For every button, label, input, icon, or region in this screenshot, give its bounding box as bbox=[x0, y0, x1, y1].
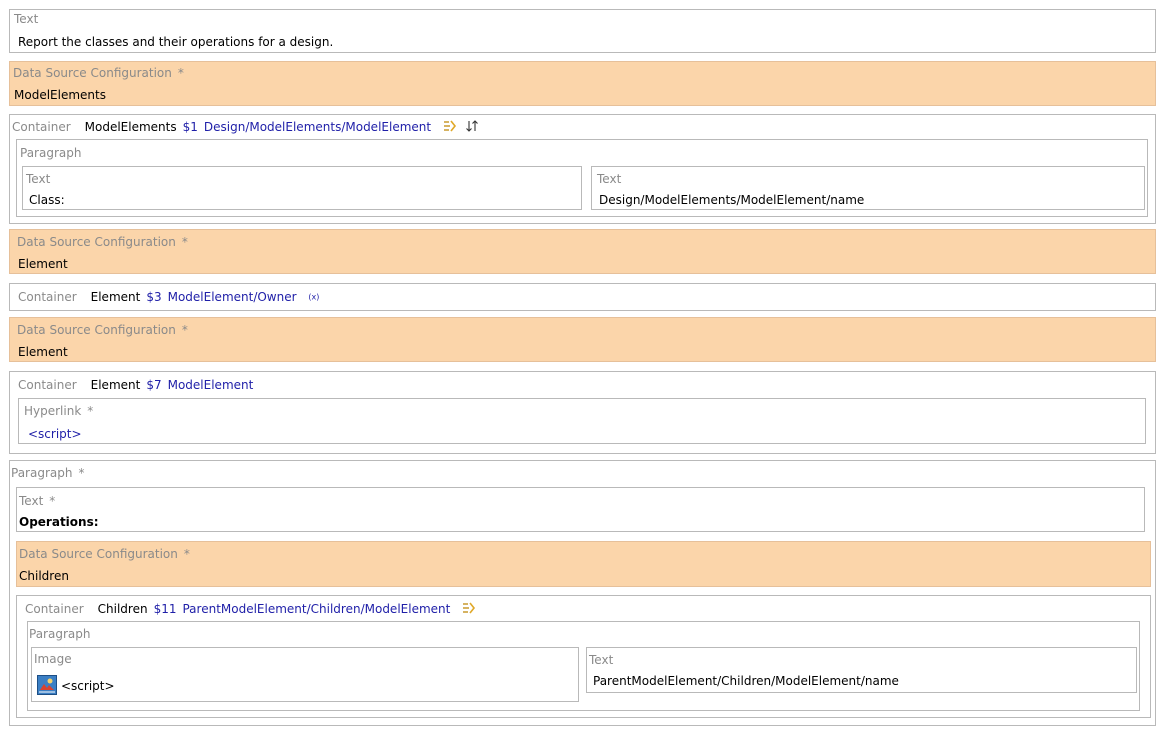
data-source-config-modelelements[interactable]: Data Source Configuration * ModelElements bbox=[9, 61, 1156, 106]
container-modelelements[interactable]: Container ModelElements $1 Design/ModelElem… bbox=[9, 114, 1156, 224]
text-label: Text bbox=[589, 653, 614, 667]
image-label: Image bbox=[34, 652, 72, 666]
hyperlink-value[interactable]: <script> bbox=[28, 427, 82, 441]
container-header: Container ModelElements $1 Design/ModelElem… bbox=[12, 119, 479, 136]
image-thumbnail-icon bbox=[37, 675, 57, 698]
text-value: Report the classes and their operations … bbox=[18, 35, 334, 49]
image-block[interactable]: Image <script> bbox=[31, 647, 579, 702]
data-source-label: Data Source Configuration * bbox=[13, 66, 184, 80]
paragraph-operations[interactable]: Paragraph * Text * Operations: Data Source… bbox=[9, 460, 1156, 726]
container-element-owner[interactable]: Container Element $3 ModelElement/Owner (x) bbox=[9, 283, 1156, 311]
paragraph-label: Paragraph * bbox=[11, 466, 85, 480]
data-source-label: Data Source Configuration * bbox=[17, 323, 188, 337]
variable-icon[interactable]: (x) bbox=[308, 293, 319, 302]
container-header: Container Element $7 ModelElement bbox=[18, 378, 254, 392]
data-source-value: Children bbox=[19, 569, 69, 583]
paragraph[interactable]: Paragraph Text Class: Text Design/ModelE… bbox=[16, 139, 1148, 217]
data-source-config-children[interactable]: Data Source Configuration * Children bbox=[16, 541, 1151, 587]
data-source-value: Element bbox=[18, 257, 68, 271]
text-block-class-label[interactable]: Text Class: bbox=[22, 166, 582, 210]
text-value: ParentModelElement/Children/ModelElement… bbox=[593, 674, 899, 688]
data-source-label: Data Source Configuration * bbox=[17, 235, 188, 249]
data-source-value: ModelElements bbox=[14, 88, 106, 102]
container-element-modelelement[interactable]: Container Element $7 ModelElement Hyperlink… bbox=[9, 371, 1156, 454]
hyperlink-block[interactable]: Hyperlink * <script> bbox=[18, 398, 1146, 444]
container-header: Container Children $11 ParentModelElement/C… bbox=[25, 601, 476, 618]
paragraph-label: Paragraph bbox=[29, 627, 91, 641]
sort-icon[interactable] bbox=[465, 119, 479, 136]
filter-icon[interactable] bbox=[462, 601, 476, 618]
paragraph[interactable]: Paragraph Image <script> Text ParentMode… bbox=[27, 621, 1140, 711]
data-source-label: Data Source Configuration * bbox=[19, 547, 190, 561]
data-source-config-element-2[interactable]: Data Source Configuration * Element bbox=[9, 317, 1156, 362]
text-label: Text bbox=[26, 172, 51, 186]
text-label: Text bbox=[14, 12, 39, 26]
image-value: <script> bbox=[61, 679, 115, 693]
text-value: Operations: bbox=[19, 515, 99, 529]
text-block-name-path[interactable]: Text Design/ModelElements/ModelElement/n… bbox=[591, 166, 1145, 210]
filter-icon[interactable] bbox=[443, 119, 457, 136]
text-label: Text bbox=[597, 172, 622, 186]
hyperlink-label: Hyperlink * bbox=[24, 404, 94, 418]
text-label: Text * bbox=[19, 494, 56, 508]
data-source-config-element[interactable]: Data Source Configuration * Element bbox=[9, 229, 1156, 274]
container-children[interactable]: Container Children $11 ParentModelElement/C… bbox=[16, 595, 1151, 718]
text-block-operations[interactable]: Text * Operations: bbox=[16, 487, 1145, 532]
text-value: Design/ModelElements/ModelElement/name bbox=[599, 193, 865, 207]
text-block-description[interactable]: Text Report the classes and their operat… bbox=[9, 9, 1156, 53]
paragraph-label: Paragraph bbox=[20, 146, 82, 160]
container-header: Container Element $3 ModelElement/Owner (x) bbox=[18, 290, 320, 304]
text-block-name-path[interactable]: Text ParentModelElement/Children/ModelEl… bbox=[586, 647, 1137, 693]
data-source-value: Element bbox=[18, 345, 68, 359]
text-value: Class: bbox=[29, 193, 65, 207]
